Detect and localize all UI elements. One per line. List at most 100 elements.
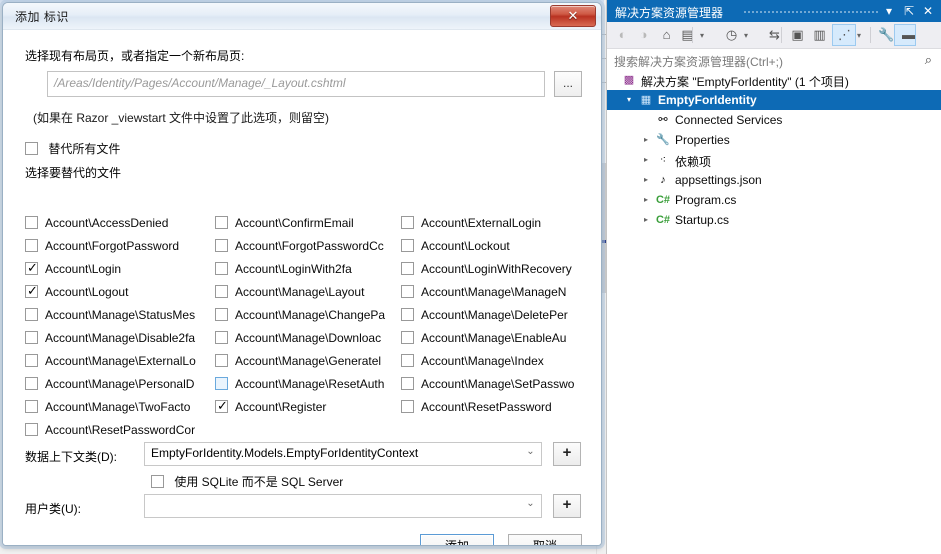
chevron-right-icon[interactable]: ▸ xyxy=(641,195,651,204)
override-file-checkbox[interactable] xyxy=(215,262,228,276)
override-file-checkbox[interactable] xyxy=(401,285,414,299)
override-file-checkbox[interactable] xyxy=(25,284,39,300)
sqlite-checkbox[interactable] xyxy=(151,475,164,488)
home-icon[interactable]: ⌂ xyxy=(657,26,676,44)
override-file-row[interactable]: Account\AccessDenied xyxy=(25,215,213,231)
properties-icon[interactable]: 🔧 xyxy=(877,26,896,44)
override-file-row[interactable]: Account\Manage\TwoFacto xyxy=(25,399,213,415)
override-file-checkbox[interactable] xyxy=(401,239,414,253)
dialog-title-bar[interactable]: 添加 标识 ✕ xyxy=(3,3,601,30)
override-file-row[interactable]: Account\Manage\PersonalD xyxy=(25,376,213,392)
browse-button[interactable]: ... xyxy=(554,71,582,97)
override-file-checkbox[interactable] xyxy=(215,377,228,391)
override-file-row[interactable]: Account\Manage\Index xyxy=(401,353,591,369)
layout-path-input[interactable]: /Areas/Identity/Pages/Account/Manage/_La… xyxy=(47,71,545,97)
override-file-checkbox[interactable] xyxy=(25,331,38,345)
override-file-checkbox[interactable] xyxy=(215,216,228,230)
view-designer-caret[interactable]: ▾ xyxy=(857,31,861,40)
override-file-row[interactable]: Account\LoginWith2fa xyxy=(215,261,403,277)
add-data-context-button[interactable]: + xyxy=(553,442,581,466)
cancel-button[interactable]: 取消 xyxy=(508,534,582,545)
chevron-down-icon[interactable]: ▾ xyxy=(624,95,634,104)
tree-item[interactable]: ▸ C# Startup.cs xyxy=(607,210,941,230)
history-caret[interactable]: ▾ xyxy=(744,31,748,40)
pin-icon[interactable]: ⇱ xyxy=(901,3,917,19)
override-file-row[interactable]: Account\Manage\ExternalLo xyxy=(25,353,213,369)
close-icon[interactable]: ✕ xyxy=(920,3,936,19)
override-file-checkbox[interactable] xyxy=(401,262,414,276)
override-file-checkbox[interactable] xyxy=(401,216,414,230)
view-designer-icon[interactable]: ⋰ xyxy=(835,26,854,44)
override-file-checkbox[interactable] xyxy=(215,239,228,253)
tree-item[interactable]: ▸ 🔧 Properties xyxy=(607,130,941,150)
override-file-checkbox[interactable] xyxy=(401,354,414,368)
tree-item[interactable]: ⚯ Connected Services xyxy=(607,110,941,130)
search-input[interactable]: 搜索解决方案资源管理器(Ctrl+;) xyxy=(614,53,783,70)
override-file-checkbox[interactable] xyxy=(215,308,228,322)
pending-changes-caret[interactable]: ▾ xyxy=(700,31,704,40)
override-file-checkbox[interactable] xyxy=(215,399,229,415)
tree-item[interactable]: ▩ 解决方案 "EmptyForIdentity" (1 个项目) xyxy=(607,70,941,90)
add-user-class-button[interactable]: + xyxy=(553,494,581,518)
tree-item[interactable]: ▸ ⁖ 依赖项 xyxy=(607,150,941,170)
override-file-checkbox[interactable] xyxy=(401,308,414,322)
close-button[interactable]: ✕ xyxy=(550,5,596,27)
override-file-checkbox[interactable] xyxy=(25,377,38,391)
override-file-checkbox[interactable] xyxy=(25,423,38,437)
override-file-row[interactable]: Account\Manage\EnableAu xyxy=(401,330,591,346)
override-file-checkbox[interactable] xyxy=(215,331,228,345)
chevron-right-icon[interactable]: ▸ xyxy=(641,155,651,164)
solution-explorer-search[interactable]: 搜索解决方案资源管理器(Ctrl+;) ⌕ xyxy=(607,49,941,72)
override-file-checkbox[interactable] xyxy=(25,400,38,414)
override-file-row[interactable]: Account\LoginWithRecovery xyxy=(401,261,591,277)
override-file-row[interactable]: Account\ForgotPasswordCc xyxy=(215,238,403,254)
preview-selected-icon[interactable]: ▬ xyxy=(899,26,918,44)
override-file-row[interactable]: Account\Manage\Disable2fa xyxy=(25,330,213,346)
chevron-right-icon[interactable]: ▸ xyxy=(641,175,651,184)
pending-changes-icon[interactable]: ▤ xyxy=(678,26,697,44)
history-icon[interactable]: ◷ xyxy=(722,26,741,44)
show-all-files-icon[interactable]: ▥ xyxy=(810,26,829,44)
override-file-row[interactable]: Account\Manage\Downloac xyxy=(215,330,403,346)
override-file-row[interactable]: Account\Manage\Generatel xyxy=(215,353,403,369)
override-file-checkbox[interactable] xyxy=(401,400,414,414)
override-file-row[interactable]: Account\Manage\DeletePer xyxy=(401,307,591,323)
override-file-row[interactable]: Account\ConfirmEmail xyxy=(215,215,403,231)
override-file-checkbox[interactable] xyxy=(25,354,38,368)
override-file-row[interactable]: Account\Manage\ManageN xyxy=(401,284,591,300)
override-file-row[interactable]: Account\ResetPasswordCor xyxy=(25,422,213,438)
collapse-all-icon[interactable]: ▣ xyxy=(788,26,807,44)
window-dropdown-icon[interactable]: ▾ xyxy=(881,3,897,19)
user-class-combo[interactable]: ⌄ xyxy=(144,494,542,518)
override-file-row[interactable]: Account\Manage\ChangePa xyxy=(215,307,403,323)
override-file-row[interactable]: Account\Register xyxy=(215,399,403,415)
override-file-row[interactable]: Account\Login xyxy=(25,261,213,277)
override-file-checkbox[interactable] xyxy=(25,308,38,322)
override-file-row[interactable]: Account\Lockout xyxy=(401,238,591,254)
tree-item[interactable]: ▸ ♪ appsettings.json xyxy=(607,170,941,190)
override-file-row[interactable]: Account\Manage\Layout xyxy=(215,284,403,300)
override-file-row[interactable]: Account\ResetPassword xyxy=(401,399,591,415)
override-all-checkbox[interactable] xyxy=(25,142,38,155)
override-file-row[interactable]: Account\Logout xyxy=(25,284,213,300)
override-file-checkbox[interactable] xyxy=(25,239,38,253)
override-file-row[interactable]: Account\Manage\SetPasswo xyxy=(401,376,591,392)
override-file-checkbox[interactable] xyxy=(401,377,414,391)
override-file-checkbox[interactable] xyxy=(25,216,38,230)
override-file-row[interactable]: Account\Manage\ResetAuth xyxy=(215,376,403,392)
override-all-row[interactable]: 替代所有文件 xyxy=(25,140,120,156)
drag-grip[interactable] xyxy=(743,10,879,14)
override-file-row[interactable]: Account\Manage\StatusMes xyxy=(25,307,213,323)
override-file-row[interactable]: Account\ForgotPassword xyxy=(25,238,213,254)
override-file-checkbox[interactable] xyxy=(215,354,228,368)
override-file-checkbox[interactable] xyxy=(25,261,39,277)
data-context-combo[interactable]: EmptyForIdentity.Models.EmptyForIdentity… xyxy=(144,442,542,466)
override-file-row[interactable]: Account\ExternalLogin xyxy=(401,215,591,231)
chevron-right-icon[interactable]: ▸ xyxy=(641,215,651,224)
override-file-checkbox[interactable] xyxy=(401,331,414,345)
tree-item[interactable]: ▾ ▦ EmptyForIdentity xyxy=(607,90,941,110)
chevron-right-icon[interactable]: ▸ xyxy=(641,135,651,144)
add-button[interactable]: 添加 xyxy=(420,534,494,545)
tree-item[interactable]: ▸ C# Program.cs xyxy=(607,190,941,210)
sqlite-row[interactable]: 使用 SQLite 而不是 SQL Server xyxy=(151,473,343,489)
